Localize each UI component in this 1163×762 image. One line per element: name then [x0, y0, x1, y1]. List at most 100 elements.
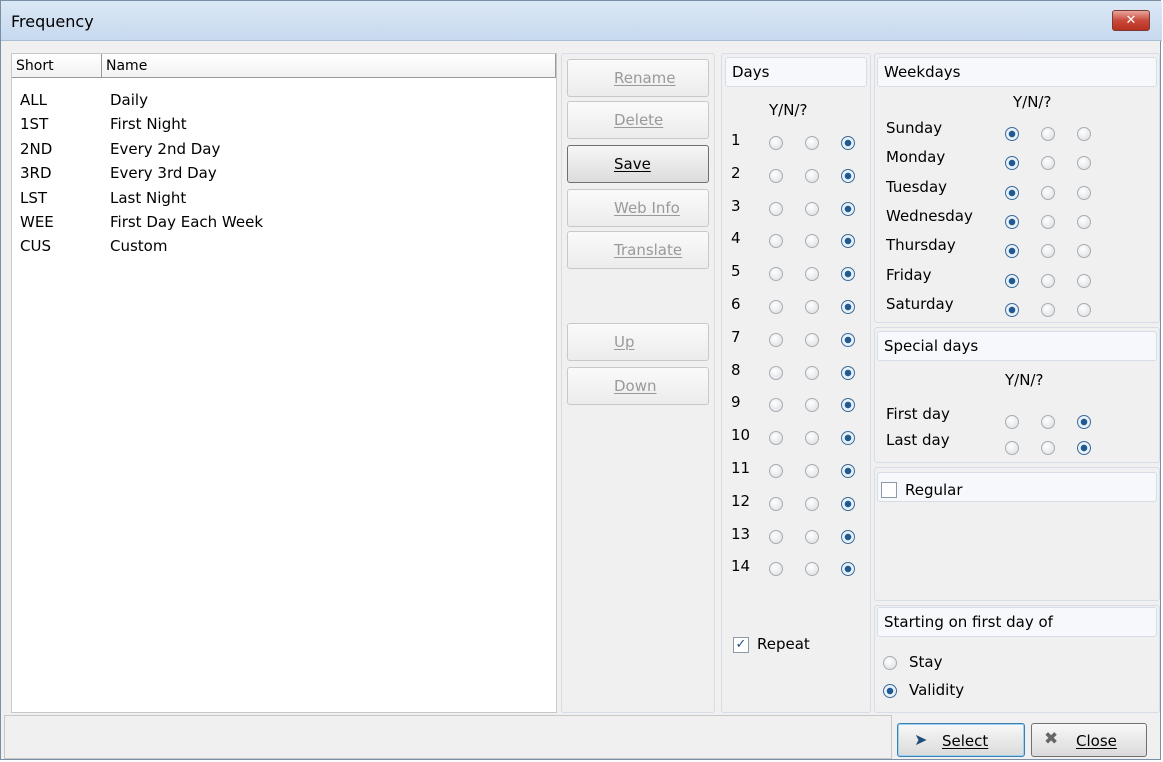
translate-button[interactable]: Translate — [567, 231, 709, 269]
day-number: 7 — [731, 327, 741, 346]
special-days-title: Special days — [877, 331, 1157, 361]
day-8-radio-n[interactable] — [805, 365, 819, 380]
day-6-radio-n[interactable] — [805, 300, 819, 314]
close-button[interactable]: ✖ Close — [1031, 723, 1147, 757]
day-7-radio-y[interactable] — [769, 332, 783, 347]
weekday-tuesday-radio-unknown[interactable] — [1077, 185, 1091, 200]
repeat-label: Repeat — [757, 635, 810, 653]
stay-radio[interactable] — [883, 656, 897, 670]
weekday-label: Thursday — [886, 236, 956, 255]
day-11-radio-unknown[interactable] — [841, 464, 855, 478]
day-13-radio-unknown[interactable] — [841, 529, 855, 544]
list-row[interactable]: LST Last Night — [12, 186, 556, 210]
column-header-short[interactable]: Short — [12, 54, 102, 78]
day-number: 9 — [731, 393, 741, 412]
weekday-sunday-radio-y[interactable] — [1005, 127, 1019, 141]
day-2-radio-unknown[interactable] — [841, 168, 855, 183]
day-6-radio-y[interactable] — [769, 300, 783, 314]
regular-checkbox[interactable] — [881, 482, 897, 498]
weekday-sunday-radio-unknown[interactable] — [1077, 127, 1091, 141]
list-row[interactable]: ALL Daily — [12, 88, 556, 112]
weekday-friday-radio-n[interactable] — [1041, 273, 1055, 288]
day-3-radio-unknown[interactable] — [841, 201, 855, 216]
weekday-wednesday-radio-y[interactable] — [1005, 214, 1019, 229]
day-1-radio-n[interactable] — [805, 136, 819, 150]
day-3-radio-y[interactable] — [769, 201, 783, 216]
special-last-radio-unknown[interactable] — [1077, 441, 1091, 455]
column-header-name[interactable]: Name — [102, 54, 556, 78]
special-last-radio-y[interactable] — [1005, 441, 1019, 455]
day-12-radio-y[interactable] — [769, 496, 783, 511]
weekdays-title: Weekdays — [877, 57, 1157, 87]
day-11-radio-n[interactable] — [805, 464, 819, 478]
day-2-radio-n[interactable] — [805, 168, 819, 183]
row-short: LST — [20, 188, 48, 207]
day-3-radio-n[interactable] — [805, 201, 819, 216]
day-6-radio-unknown[interactable] — [841, 300, 855, 314]
weekday-sunday-radio-n[interactable] — [1041, 127, 1055, 141]
weekday-tuesday-radio-n[interactable] — [1041, 185, 1055, 200]
delete-button[interactable]: Delete — [567, 101, 709, 139]
row-name: First Night — [110, 115, 187, 134]
special-first-radio-y[interactable] — [1005, 415, 1019, 429]
weekday-friday-radio-unknown[interactable] — [1077, 273, 1091, 288]
day-1-radio-unknown[interactable] — [841, 136, 855, 150]
list-row[interactable]: 2ND Every 2nd Day — [12, 137, 556, 161]
day-8-radio-unknown[interactable] — [841, 365, 855, 380]
day-7-radio-n[interactable] — [805, 332, 819, 347]
day-7-radio-unknown[interactable] — [841, 332, 855, 347]
day-13-radio-y[interactable] — [769, 529, 783, 544]
day-8-radio-y[interactable] — [769, 365, 783, 380]
weekdays-header: Y/N/? — [1013, 93, 1052, 111]
weekday-saturday-radio-unknown[interactable] — [1077, 302, 1091, 317]
day-number: 1 — [731, 131, 741, 149]
rename-icon — [582, 68, 604, 88]
weekday-friday-radio-y[interactable] — [1005, 273, 1019, 288]
window-close-button[interactable]: ✕ — [1112, 10, 1150, 31]
repeat-checkbox[interactable]: ✓ — [733, 637, 749, 653]
select-label: Select — [942, 732, 989, 750]
day-12-radio-unknown[interactable] — [841, 496, 855, 511]
down-label: Down — [614, 377, 657, 395]
select-button[interactable]: ➤ Select — [897, 723, 1025, 757]
day-11-radio-y[interactable] — [769, 464, 783, 478]
days-group — [721, 53, 871, 713]
day-1-radio-y[interactable] — [769, 136, 783, 150]
weekday-saturday-radio-y[interactable] — [1005, 302, 1019, 317]
special-first-radio-n[interactable] — [1041, 415, 1055, 429]
special-last-radio-n[interactable] — [1041, 441, 1055, 455]
list-row[interactable]: 1ST First Night — [12, 112, 556, 136]
web-info-button[interactable]: Web Info — [567, 189, 709, 227]
weekday-wednesday-radio-n[interactable] — [1041, 214, 1055, 229]
trash-icon — [582, 110, 604, 130]
validity-radio[interactable] — [883, 684, 897, 698]
rename-button[interactable]: Rename — [567, 59, 709, 97]
special-first-radio-unknown[interactable] — [1077, 415, 1091, 429]
special-day-label: First day — [886, 405, 950, 423]
row-name: Last Night — [110, 188, 187, 207]
day-number: 2 — [731, 163, 741, 182]
day-number: 11 — [731, 459, 751, 477]
regular-label: Regular — [905, 481, 963, 499]
weekday-label: Sunday — [886, 119, 943, 137]
day-13-radio-n[interactable] — [805, 529, 819, 544]
close-x-icon: ✖ — [1044, 729, 1059, 749]
weekday-wednesday-radio-unknown[interactable] — [1077, 214, 1091, 229]
up-button[interactable]: Up — [567, 323, 709, 361]
list-row[interactable]: 3RD Every 3rd Day — [12, 161, 556, 185]
list-row[interactable]: WEE First Day Each Week — [12, 210, 556, 234]
day-2-radio-y[interactable] — [769, 168, 783, 183]
weekday-saturday-radio-n[interactable] — [1041, 302, 1055, 317]
day-number: 10 — [731, 426, 751, 445]
cursor-arrow-icon: ➤ — [914, 730, 928, 749]
rename-label: Rename — [614, 69, 676, 87]
row-short: 2ND — [20, 139, 53, 158]
save-button[interactable]: Save — [567, 145, 709, 183]
weekday-tuesday-radio-y[interactable] — [1005, 185, 1019, 200]
list-row[interactable]: CUS Custom — [12, 234, 556, 258]
frequency-dialog: Frequency ✕ Short Name ALL Daily 1ST First … — [0, 0, 1162, 760]
day-12-radio-n[interactable] — [805, 496, 819, 511]
row-short: 1ST — [20, 115, 49, 134]
day-number: 5 — [731, 262, 741, 281]
down-button[interactable]: Down — [567, 367, 709, 405]
